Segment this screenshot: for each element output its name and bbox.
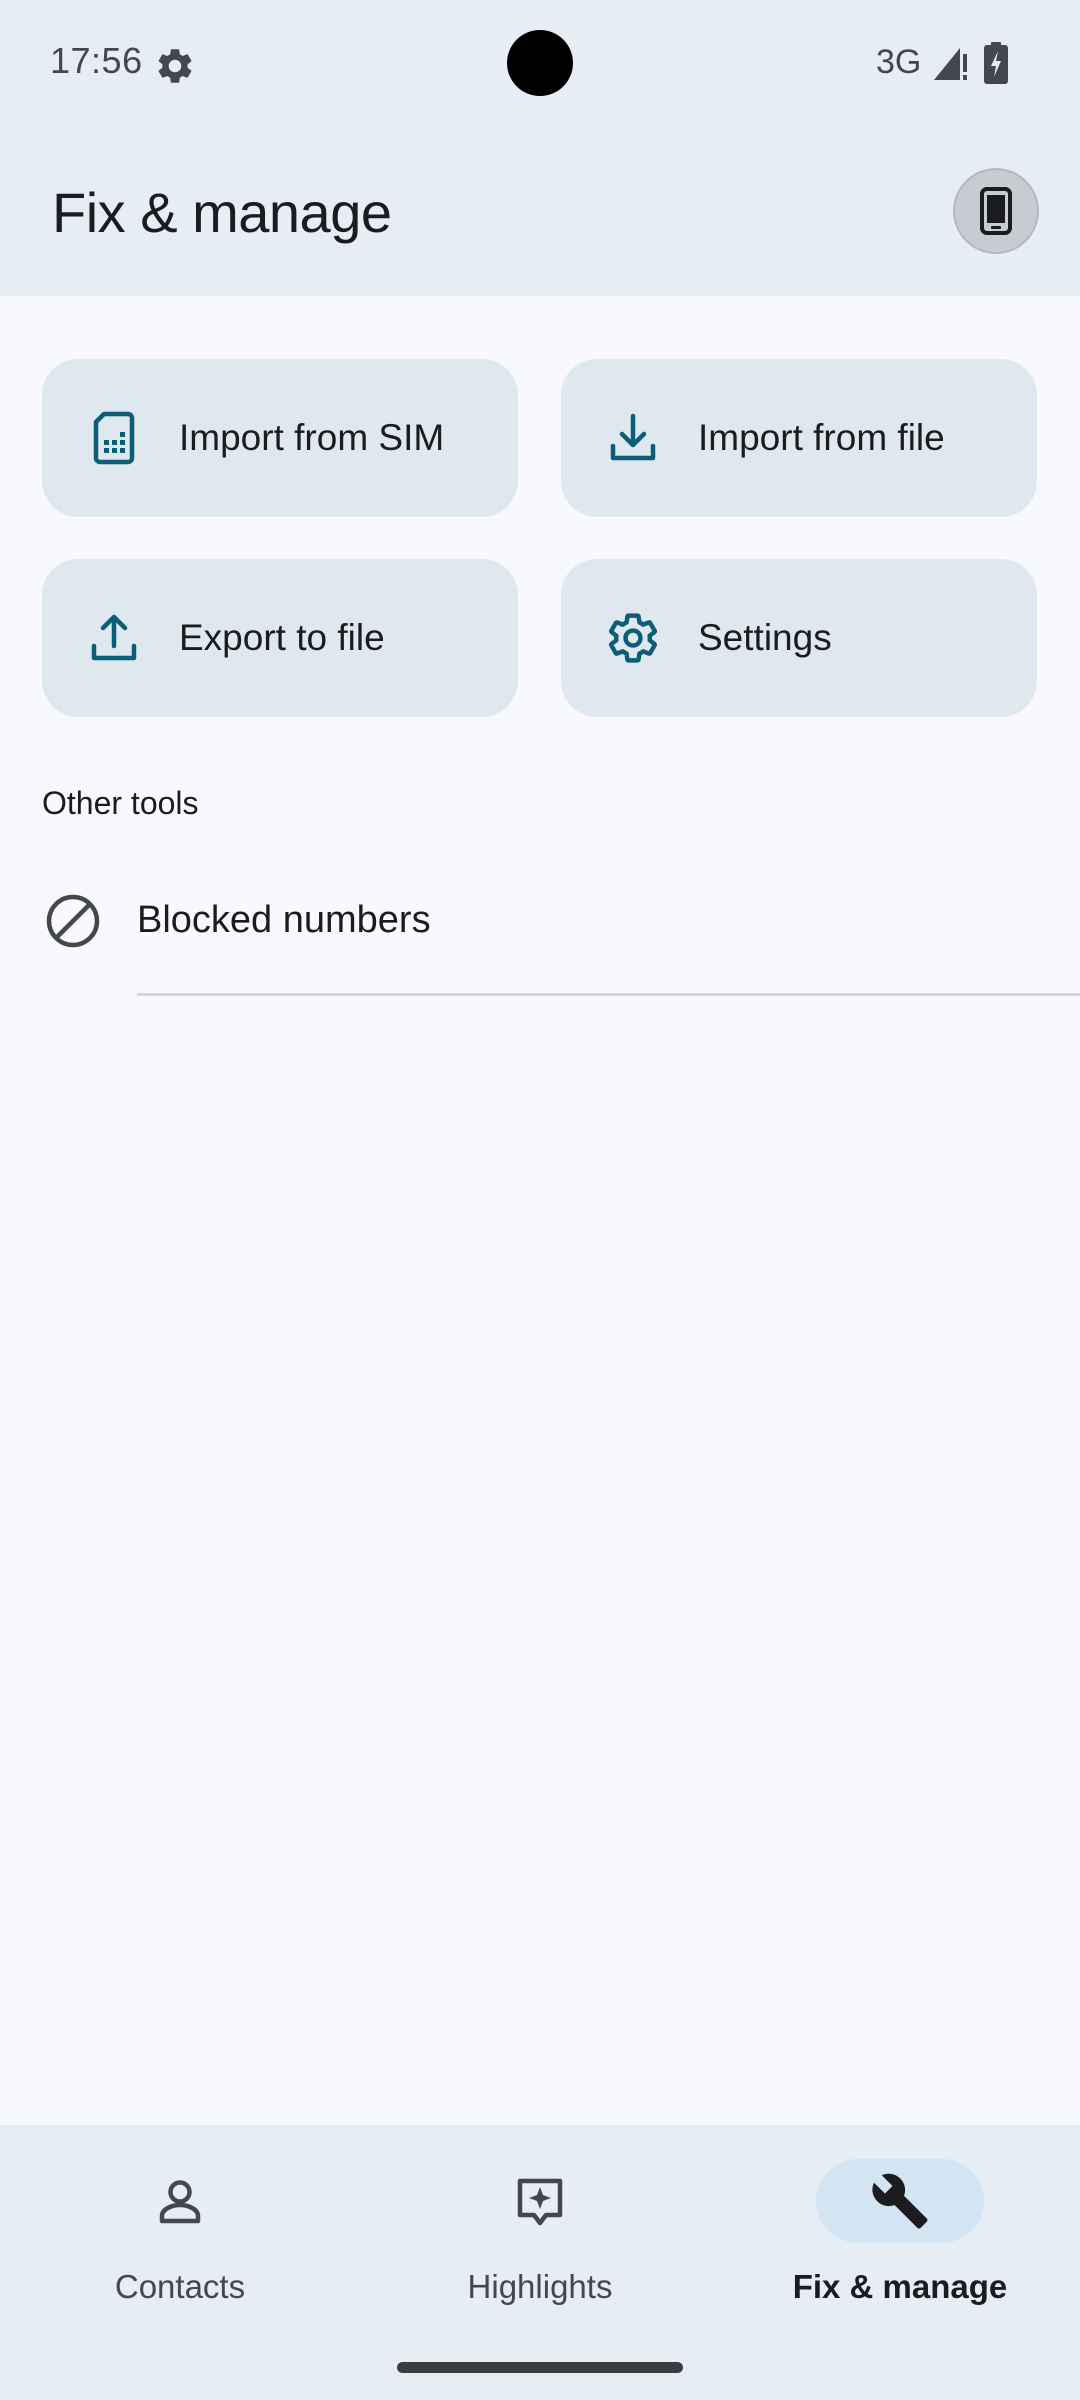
tile-label: Import from file — [698, 417, 945, 458]
nav-label-highlights: Highlights — [467, 2268, 613, 2305]
status-time: 17:56 — [50, 40, 143, 81]
tile-label: Settings — [698, 617, 832, 658]
tile-label: Export to file — [179, 617, 385, 658]
phone-device-icon — [980, 187, 1012, 235]
import-from-file-button[interactable]: Import from file — [561, 359, 1037, 517]
nav-contacts[interactable]: Contacts — [0, 2125, 360, 2345]
nav-fix-and-manage[interactable]: Fix & manage — [720, 2125, 1080, 2345]
nav-label-contacts: Contacts — [114, 2268, 246, 2305]
tile-label: Import from SIM — [179, 417, 445, 458]
blocked-numbers-label: Blocked numbers — [137, 899, 431, 941]
home-indicator[interactable] — [397, 2362, 683, 2373]
import-from-sim-button[interactable]: Import from SIM — [42, 359, 518, 517]
divider — [137, 993, 1080, 996]
highlights-icon — [510, 2171, 570, 2231]
phone-device-button[interactable] — [953, 168, 1039, 254]
bottom-navigation: Contacts Highlights Fix & manage — [0, 2125, 1080, 2400]
app-bar: Fix & manage — [0, 130, 1080, 296]
status-bar: 17:56 3G — [0, 0, 1080, 130]
page-title: Fix & manage — [52, 181, 392, 244]
wrench-icon — [870, 2171, 930, 2231]
network-type: 3G — [876, 43, 922, 81]
download-icon — [605, 410, 661, 466]
export-to-file-button[interactable]: Export to file — [42, 559, 518, 717]
upload-icon — [86, 610, 142, 666]
sim-card-icon — [86, 410, 142, 466]
settings-button[interactable]: Settings — [561, 559, 1037, 717]
person-icon — [150, 2171, 210, 2231]
camera-cutout — [507, 30, 573, 96]
settings-status-icon — [154, 45, 196, 87]
gear-icon — [605, 610, 661, 666]
other-tools-header: Other tools — [42, 785, 199, 821]
blocked-numbers-item[interactable]: Blocked numbers — [0, 862, 1080, 982]
block-icon — [44, 892, 102, 950]
signal-icon — [932, 46, 970, 82]
battery-charging-icon — [984, 42, 1008, 84]
nav-label-fix-and-manage: Fix & manage — [792, 2268, 1008, 2305]
nav-highlights[interactable]: Highlights — [360, 2125, 720, 2345]
